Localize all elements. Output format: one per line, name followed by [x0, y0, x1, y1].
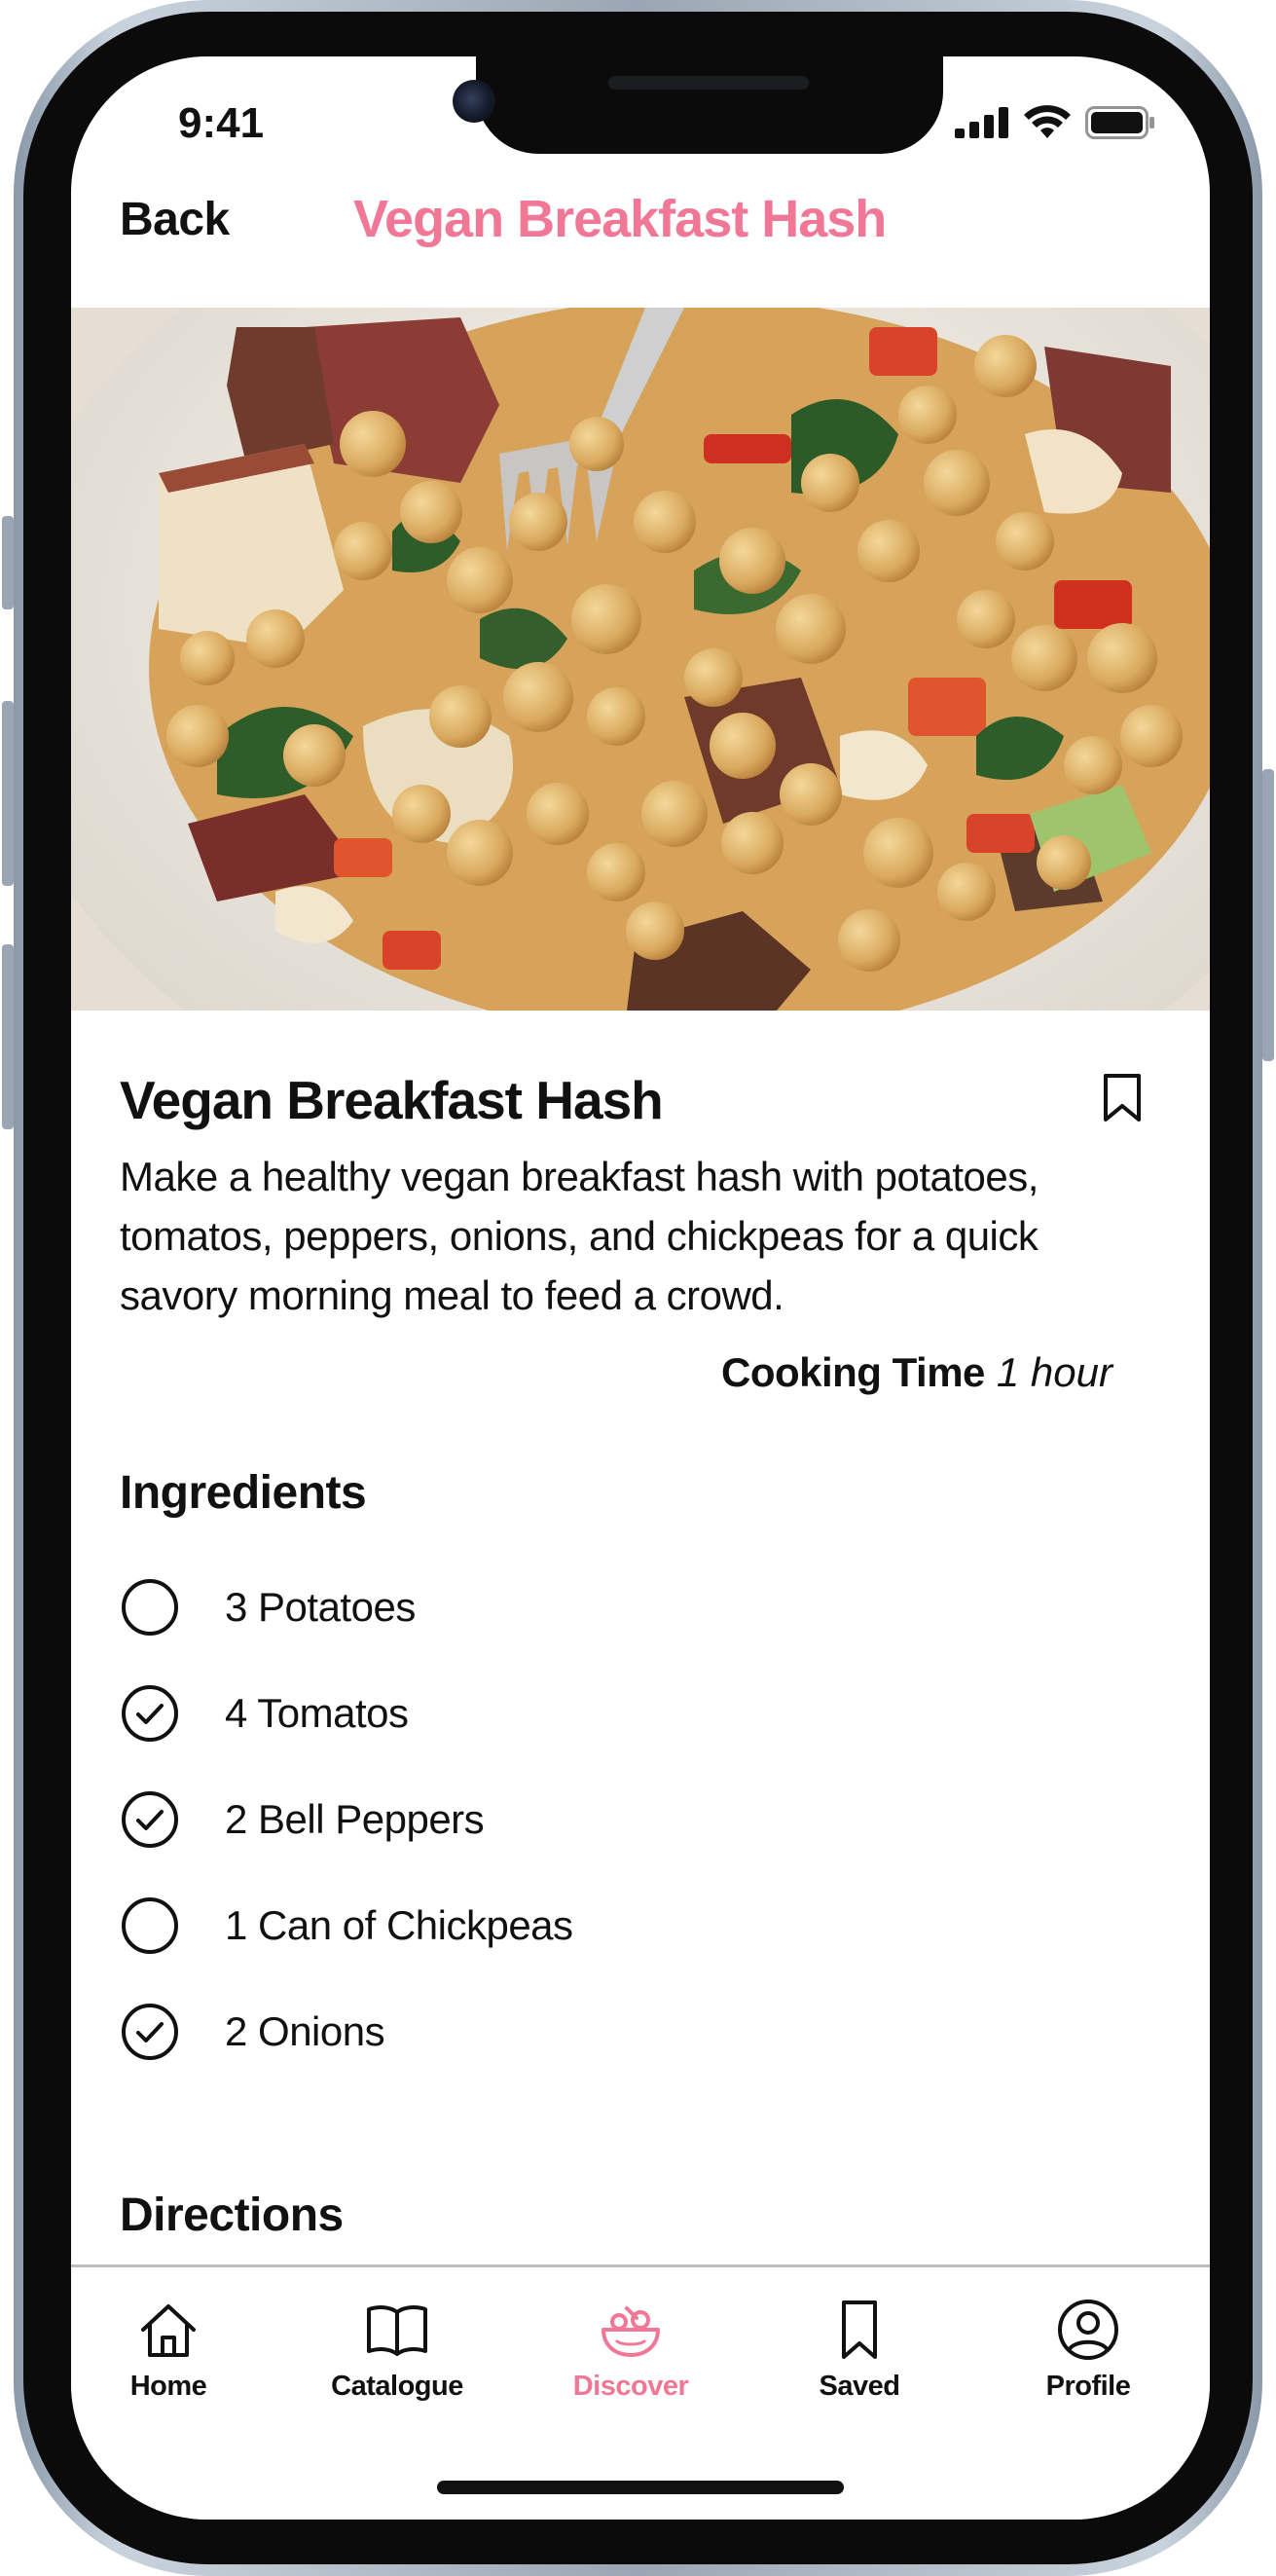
tab-saved[interactable]: Saved	[777, 2297, 942, 2403]
checked-circle-icon[interactable]	[120, 2002, 180, 2062]
silent-switch	[2, 516, 14, 609]
wifi-icon	[1024, 105, 1071, 138]
back-button[interactable]: Back	[120, 193, 230, 246]
recipe-title: Vegan Breakfast Hash	[120, 1070, 664, 1130]
checked-circle-icon[interactable]	[120, 1683, 180, 1744]
tab-label: Discover	[572, 2371, 689, 2402]
ingredient-item[interactable]: 3 Potatoes	[120, 1554, 573, 1660]
ingredient-label: 3 Potatoes	[225, 1583, 416, 1630]
profile-icon	[1058, 2300, 1118, 2360]
unchecked-circle-icon[interactable]	[120, 1577, 180, 1638]
bookmark-icon[interactable]	[1103, 1073, 1142, 1123]
power-button	[1262, 769, 1274, 1061]
cooking-time: Cooking Time 1 hour	[721, 1349, 1112, 1396]
tab-label: Home	[129, 2371, 207, 2402]
ingredient-item[interactable]: 4 Tomatos	[120, 1660, 573, 1766]
checked-circle-icon[interactable]	[120, 1789, 180, 1850]
food-photo	[71, 308, 1210, 1011]
nav-title: Vegan Breakfast Hash	[353, 190, 887, 248]
recipe-description: Make a healthy vegan breakfast hash with…	[120, 1154, 1039, 1318]
tab-profile[interactable]: Profile	[1005, 2297, 1171, 2403]
home-icon	[141, 2304, 196, 2357]
tab-label: Profile	[1045, 2371, 1131, 2402]
tab-home[interactable]: Home	[86, 2297, 251, 2403]
unchecked-circle-icon[interactable]	[120, 1895, 180, 1956]
battery-icon	[1085, 106, 1154, 139]
cooking-time-label: Cooking Time	[720, 1349, 985, 1395]
home-indicator[interactable]	[437, 2481, 844, 2494]
ingredient-label: 2 Onions	[225, 2007, 385, 2054]
volume-up-button	[2, 701, 14, 886]
status-time: 9:41	[178, 99, 265, 147]
book-icon	[367, 2305, 427, 2356]
speaker-grille	[608, 76, 809, 90]
directions-heading: Directions	[120, 2190, 344, 2241]
tab-label: Catalogue	[331, 2371, 463, 2402]
tab-label: Saved	[819, 2371, 900, 2402]
screen: 9:41 Back Vegan Breakfast Hash Vegan Bre…	[71, 56, 1210, 2520]
ingredient-label: 1 Can of Chickpeas	[225, 1901, 573, 1948]
front-camera	[453, 80, 495, 123]
volume-down-button	[2, 944, 14, 1129]
notch	[476, 56, 943, 154]
ingredients-heading: Ingredients	[120, 1467, 367, 1519]
cellular-signal-icon	[955, 107, 1008, 138]
status-icons	[955, 105, 1155, 140]
bowl-icon	[602, 2306, 660, 2357]
ingredients-list: 3 Potatoes 4 Tomatos 2 Bell Peppers 1 Ca…	[120, 1554, 573, 2084]
tab-catalogue[interactable]: Catalogue	[314, 2297, 480, 2403]
tab-discover[interactable]: Discover	[548, 2297, 713, 2403]
cooking-time-value: 1 hour	[996, 1349, 1112, 1395]
ingredient-item[interactable]: 1 Can of Chickpeas	[120, 1872, 573, 1978]
bookmark-icon	[842, 2300, 877, 2359]
hero-image	[71, 308, 1210, 1011]
ingredient-item[interactable]: 2 Onions	[120, 1978, 573, 2084]
ingredient-label: 2 Bell Peppers	[225, 1795, 485, 1842]
ingredient-item[interactable]: 2 Bell Peppers	[120, 1766, 573, 1872]
ingredient-label: 4 Tomatos	[225, 1689, 409, 1736]
